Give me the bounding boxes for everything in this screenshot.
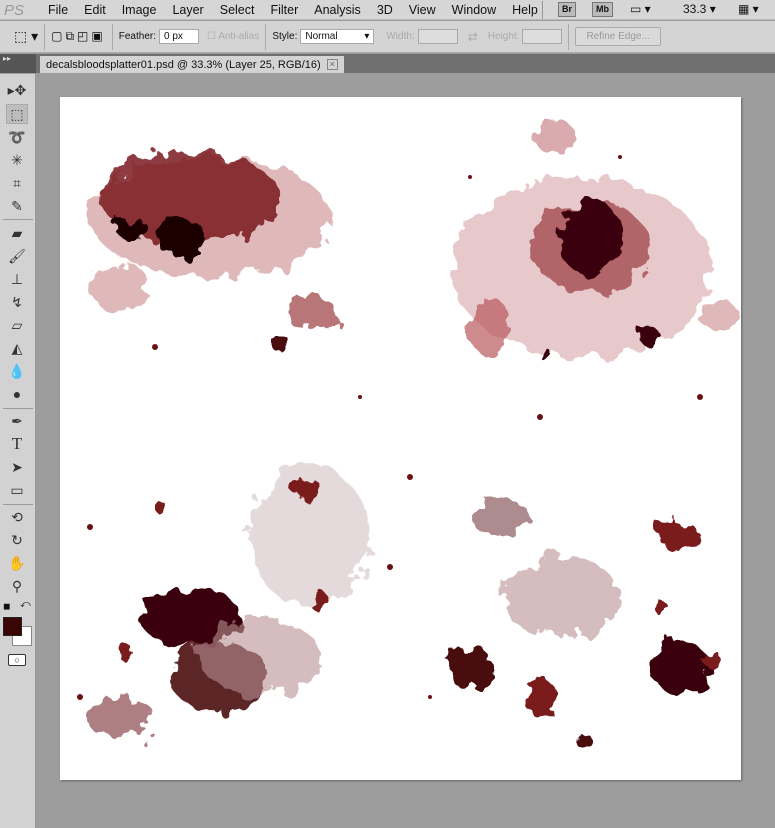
brush-tool-icon[interactable]: 🖌 [6,246,28,266]
crop-tool-icon[interactable]: ⌗ [6,173,28,193]
healing-brush-tool-icon[interactable]: ▰ [6,223,28,243]
rectangle-tool-icon[interactable]: ▭ [6,480,28,500]
antialias-checkbox[interactable]: ☐ Anti-alias [207,31,259,42]
panel-collapse-icon[interactable]: ▸▸ [0,54,36,73]
menu-file[interactable]: File [40,3,76,17]
menu-image[interactable]: Image [114,3,165,17]
quick-mask-icon[interactable]: ○ [8,654,26,666]
default-colors-icon[interactable]: ◼ [3,601,10,612]
menu-filter[interactable]: Filter [262,3,306,17]
feather-label: Feather: [118,31,156,42]
feather-input[interactable]: 0 px [159,29,199,44]
mini-bridge-button[interactable]: Mb [592,2,613,17]
zoom-level-dropdown[interactable]: 33.3 ▾ [683,2,716,17]
divider [44,23,46,50]
document-tab-bar: ▸▸ decalsbloodsplatter01.psd @ 33.3% (La… [0,54,775,73]
splatter-top-right [450,119,740,363]
screen-mode-button[interactable]: ▭ ▾ [630,2,651,17]
divider [568,23,570,50]
menu-bar: PS File Edit Image Layer Select Filter A… [0,0,775,20]
selection-mode-buttons[interactable]: ▢⧉◰▣ [51,29,106,44]
zoom-tool-icon[interactable]: ⚲ [6,576,28,596]
3d-orbit-tool-icon[interactable]: ↻ [6,530,28,550]
height-input[interactable] [522,29,563,44]
document-title: decalsbloodsplatter01.psd @ 33.3% (Layer… [46,58,321,71]
document-tab[interactable]: decalsbloodsplatter01.psd @ 33.3% (Layer… [40,56,344,73]
tools-panel: ▸✥ ⬚ ➰ ✳ ⌗ ✎ ▰ 🖌 ⊥ ↯ ▱ ◭ 💧 ● ✒ T ➤ ▭ ⟲ ↻… [0,74,36,828]
menu-window[interactable]: Window [444,3,504,17]
path-selection-tool-icon[interactable]: ➤ [6,457,28,477]
hand-tool-icon[interactable]: ✋ [6,553,28,573]
swap-icon[interactable]: ⇄ [468,30,478,44]
splatter-bottom-left [85,467,370,737]
menu-help[interactable]: Help [504,3,546,17]
width-input[interactable] [417,29,458,44]
refine-edge-button[interactable]: Refine Edge... [575,27,661,46]
divider [3,408,33,409]
clone-stamp-tool-icon[interactable]: ⊥ [6,269,28,289]
foreground-color-swatch[interactable] [3,617,22,636]
options-bar: ⬚ ▾ ▢⧉◰▣ Feather: 0 px ☐ Anti-alias Styl… [0,21,775,53]
menu-edit[interactable]: Edit [76,3,114,17]
divider [542,1,543,19]
width-label: Width: [386,31,415,42]
splatter-bottom-right [450,499,719,750]
close-tab-icon[interactable]: × [326,59,338,70]
type-tool-icon[interactable]: T [6,434,28,454]
blood-splatter-artwork [77,119,740,789]
blur-tool-icon[interactable]: 💧 [6,361,28,381]
divider [3,504,33,505]
menu-analysis[interactable]: Analysis [306,3,369,17]
dodge-tool-icon[interactable]: ● [6,384,28,404]
marquee-preset-icon[interactable]: ⬚ ▾ [14,28,38,45]
menu-layer[interactable]: Layer [164,3,211,17]
menu-3d[interactable]: 3D [369,3,401,17]
magic-wand-tool-icon[interactable]: ✳ [6,150,28,170]
bridge-button[interactable]: Br [558,2,577,17]
style-select[interactable]: Normal ▾ [300,29,375,44]
menu-select[interactable]: Select [212,3,263,17]
zoom-level: 33.3 [683,2,707,16]
3d-rotate-tool-icon[interactable]: ⟲ [6,507,28,527]
arrange-documents-button[interactable]: ▦ ▾ [738,2,759,17]
paint-bucket-tool-icon[interactable]: ◭ [6,338,28,358]
move-tool-icon[interactable]: ▸✥ [6,80,28,100]
style-label: Style: [272,31,298,42]
pen-tool-icon[interactable]: ✒ [6,411,28,431]
antialias-label: Anti-alias [218,31,260,42]
splatter-top-left [90,152,335,354]
swap-colors-icon[interactable]: ⤺ [20,599,31,610]
menu-view[interactable]: View [401,3,444,17]
lasso-tool-icon[interactable]: ➰ [6,127,28,147]
divider [111,23,113,50]
style-value: Normal [305,31,338,42]
document-canvas[interactable] [60,97,741,789]
eyedropper-tool-icon[interactable]: ✎ [6,196,28,216]
app-logo: PS [4,1,25,19]
divider [265,23,267,50]
divider [3,219,33,220]
rect-marquee-tool-icon[interactable]: ⬚ [6,104,28,124]
eraser-tool-icon[interactable]: ▱ [6,315,28,335]
height-label: Height: [487,31,520,42]
history-brush-tool-icon[interactable]: ↯ [6,292,28,312]
